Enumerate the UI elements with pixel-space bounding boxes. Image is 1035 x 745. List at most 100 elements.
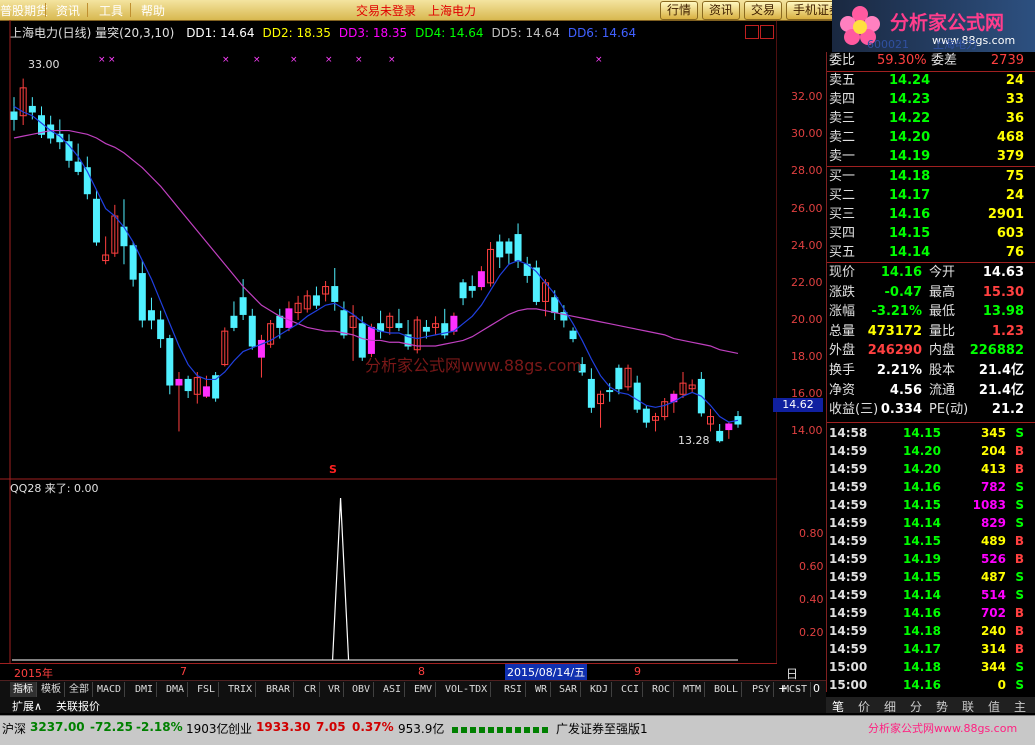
indicator-tab[interactable]: DMA	[163, 682, 189, 697]
ask-row: 卖二 14.20 468	[829, 130, 1024, 145]
indicator-tab[interactable]: 模板	[38, 682, 65, 697]
stat-row: 收益(三) 0.334 PE(动) 21.2	[829, 402, 1024, 418]
chart-title: 上海电力(日线) 量突(20,3,10)	[10, 26, 175, 40]
indicator-tab[interactable]: KDJ	[587, 682, 613, 697]
dd-label: DD2: 18.35	[262, 26, 331, 40]
indicator-tab[interactable]: SAR	[556, 682, 582, 697]
tab-news[interactable]: 资讯	[702, 1, 741, 20]
candle	[184, 375, 192, 398]
dd-label: DD6: 14.64	[567, 26, 637, 40]
date-label: 8	[418, 665, 425, 678]
kline-chart[interactable]: × × × × × × × × × 上海电力(日线) 量突(20,3,10) DD1: 14.6…	[0, 20, 825, 663]
indicator-tab[interactable]: WR	[532, 682, 552, 697]
menu-separator	[45, 3, 46, 17]
quote-tab[interactable]: 势	[936, 698, 948, 715]
tick-row: 14:59 14.19 526 B	[829, 552, 1024, 566]
expand-tab[interactable]: 扩展∧	[12, 698, 42, 714]
candle	[129, 242, 137, 287]
stat-row: 涨跌 -0.47 最高 15.30	[829, 284, 1024, 300]
candle	[679, 372, 687, 398]
indicator-tab[interactable]: FSL	[194, 682, 220, 697]
indicator-tab[interactable]: MACD	[94, 682, 126, 697]
zoom-reset-button[interactable]: 0	[813, 682, 820, 695]
indicator-tab[interactable]: VR	[325, 682, 345, 697]
candle	[725, 422, 733, 439]
market-sh-amount: 1903亿	[186, 722, 229, 736]
candle	[661, 398, 669, 421]
chart-title-row: 上海电力(日线) 量突(20,3,10) DD1: 14.64 DD2: 18.3…	[10, 24, 636, 41]
indicator-tab[interactable]: PSY	[749, 682, 775, 697]
quote-tab[interactable]: 值	[988, 698, 1000, 715]
menu-help[interactable]: 帮助	[141, 2, 165, 19]
candle	[716, 424, 724, 443]
menu-tools[interactable]: 工具	[99, 2, 123, 19]
indicator-tab[interactable]: BRAR	[263, 682, 295, 697]
related-quotes-tab[interactable]: 关联报价	[56, 698, 100, 714]
market-sh-value: 3237.00	[30, 720, 85, 734]
candle	[615, 364, 623, 395]
quote-tab[interactable]: 笔	[832, 698, 844, 715]
menu-info[interactable]: 资讯	[56, 2, 80, 19]
indicator-tab[interactable]: RSI	[501, 682, 527, 697]
kline-chart-svg[interactable]: × × × × × × × × ×	[0, 20, 825, 663]
price-tick: 22.00	[791, 275, 823, 289]
candle	[395, 308, 403, 332]
indicator-tab[interactable]: CR	[301, 682, 321, 697]
signal-marker: ×	[290, 55, 298, 65]
candle	[505, 238, 513, 265]
quote-panel: 600021 上海电力 委比 59.30% 委差 2739 卖五 14.24 24 卖…	[826, 38, 1035, 692]
window-toggle-icon[interactable]	[760, 25, 774, 39]
quote-tab[interactable]: 分	[910, 698, 922, 715]
candle	[633, 375, 641, 413]
candle	[459, 279, 467, 306]
indicator-tab[interactable]: EMV	[411, 682, 437, 697]
market-cy-amount: 953.9亿	[398, 722, 445, 736]
tab-trade[interactable]: 交易	[744, 1, 783, 20]
candle	[221, 327, 229, 367]
price-tick: 28.00	[791, 164, 823, 178]
login-status[interactable]: 交易未登录	[356, 2, 416, 19]
market-cy-label: 创业	[228, 722, 253, 736]
price-tick: 20.00	[791, 313, 823, 326]
indicator-tab[interactable]: 全部	[66, 682, 93, 697]
quote-tab[interactable]: 主	[1014, 698, 1026, 715]
candle	[92, 190, 100, 246]
candle	[166, 334, 174, 395]
indicator-tab[interactable]: BOLL	[711, 682, 743, 697]
tick-row: 14:58 14.15 345 S	[829, 426, 1024, 440]
tick-row: 15:00 14.18 344 S	[829, 660, 1024, 674]
tick-row: 14:59 14.15 1083 S	[829, 498, 1024, 512]
candle	[624, 364, 632, 391]
tab-quotes[interactable]: 行情	[660, 1, 699, 20]
bid-row: 买四 14.15 603	[829, 226, 1024, 241]
stock-name: 上海电力	[933, 38, 977, 51]
indicator-tab[interactable]: MTM	[680, 682, 706, 697]
quote-tab[interactable]: 联	[962, 698, 974, 715]
zoom-in-button[interactable]: +	[778, 682, 787, 695]
indicator-tab[interactable]: VOL-TDX	[442, 682, 492, 697]
indicator-tab[interactable]: ASI	[380, 682, 406, 697]
sub-tick: 0.20	[799, 626, 824, 639]
candle	[496, 234, 504, 268]
indicator-tab[interactable]: ROC	[649, 682, 675, 697]
quote-tab[interactable]: 细	[884, 698, 896, 715]
window-toggle-icon[interactable]	[745, 25, 759, 39]
indicator-tab[interactable]: 指标	[10, 682, 37, 697]
indicator-tab[interactable]: CCI	[618, 682, 644, 697]
indicator-tab[interactable]: OBV	[349, 682, 375, 697]
signal-marker: ×	[325, 55, 333, 65]
broker-name: 广发证券至强版1	[556, 722, 648, 736]
price-tick: 30.00	[791, 127, 823, 141]
candle	[239, 279, 247, 320]
bid-row: 买三 14.16 2901	[829, 207, 1024, 222]
indicator-tab[interactable]: TRIX	[225, 682, 257, 697]
indicator-tab[interactable]: DMI	[132, 682, 158, 697]
candle	[532, 260, 540, 306]
candle	[597, 390, 605, 428]
menu-futures[interactable]: 普股期货	[0, 2, 48, 19]
quote-tab[interactable]: 价	[858, 698, 870, 715]
ask-row: 卖三 14.22 36	[829, 111, 1024, 126]
zoom-out-button[interactable]: -	[796, 682, 800, 695]
divider	[827, 422, 1035, 423]
candle	[697, 372, 705, 417]
